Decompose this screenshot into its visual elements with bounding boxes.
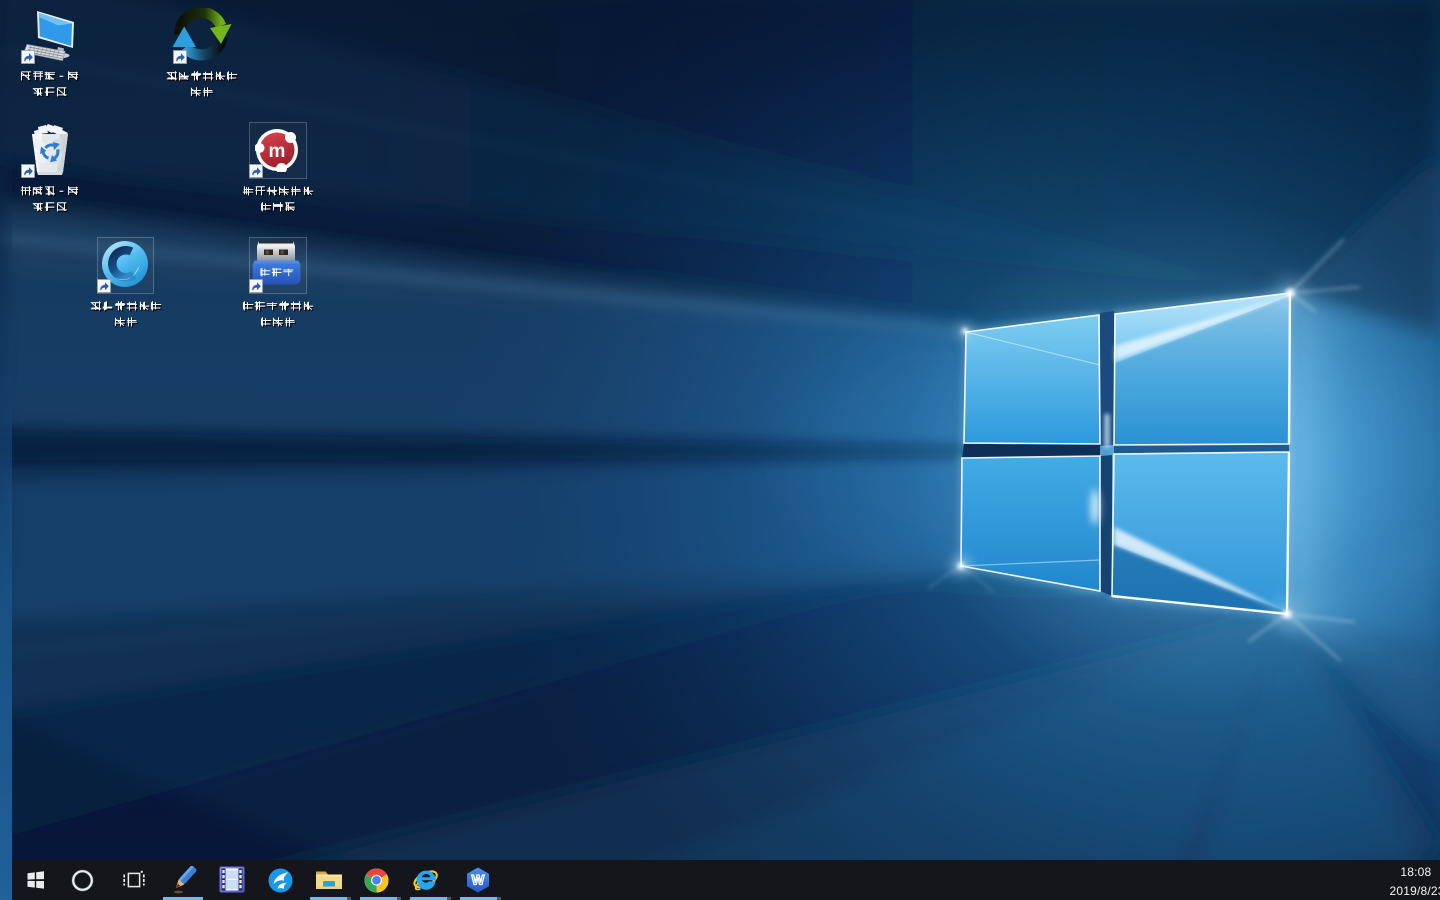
- svg-text:W: W: [472, 873, 485, 888]
- svg-text:m: m: [269, 141, 286, 162]
